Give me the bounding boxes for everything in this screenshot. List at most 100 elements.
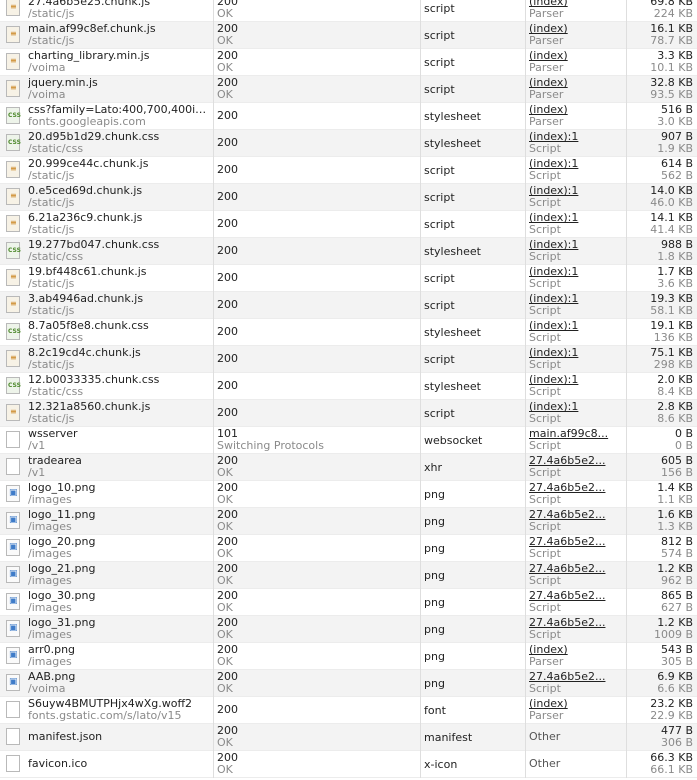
- initiator-link[interactable]: (index): [529, 698, 624, 710]
- request-row[interactable]: ▣ logo_20.png/images 200 OK png 27.4a6b5e2...…: [0, 535, 697, 562]
- initiator-cell[interactable]: (index):1 Script: [525, 373, 626, 400]
- request-name[interactable]: 19.bf448c61.chunk.js: [28, 266, 209, 278]
- request-name[interactable]: main.af99c8ef.chunk.js: [28, 23, 209, 35]
- initiator-link[interactable]: main.af99c8...: [529, 428, 624, 440]
- initiator-link[interactable]: (index): [529, 77, 624, 89]
- request-name[interactable]: S6uyw4BMUTPHjx4wXg.woff2: [28, 698, 209, 710]
- initiator-cell[interactable]: (index) Parser: [525, 49, 626, 76]
- request-row[interactable]: ≡ 0.e5ced69d.chunk.js/static/js 200 script (…: [0, 184, 697, 211]
- initiator-cell[interactable]: (index):1 Script: [525, 211, 626, 238]
- request-name[interactable]: 3.ab4946ad.chunk.js: [28, 293, 209, 305]
- request-row[interactable]: ▣ AAB.png/voima 200 OK png 27.4a6b5e2... Scrip…: [0, 670, 697, 697]
- request-name[interactable]: css?family=Lato:400,700,400itali...: [28, 104, 209, 116]
- request-name[interactable]: 6.21a236c9.chunk.js: [28, 212, 209, 224]
- request-row[interactable]: CSS 19.277bd047.chunk.css/static/css 200 st…: [0, 238, 697, 265]
- initiator-link[interactable]: 27.4a6b5e2...: [529, 509, 624, 521]
- initiator-link[interactable]: (index):1: [529, 320, 624, 332]
- initiator-cell[interactable]: 27.4a6b5e2... Script: [525, 508, 626, 535]
- initiator-link[interactable]: 27.4a6b5e2...: [529, 671, 624, 683]
- name-cell[interactable]: ▣ logo_11.png/images: [0, 508, 212, 535]
- request-row[interactable]: CSS 12.b0033335.chunk.css/static/css 200 st…: [0, 373, 697, 400]
- initiator-link[interactable]: (index):1: [529, 131, 624, 143]
- initiator-cell[interactable]: main.af99c8... Script: [525, 427, 626, 454]
- request-row[interactable]: S6uyw4BMUTPHjx4wXg.woff2 fonts.gstatic.co…: [0, 697, 697, 724]
- initiator-link[interactable]: 27.4a6b5e2...: [529, 563, 624, 575]
- initiator-cell[interactable]: (index) Parser: [525, 643, 626, 670]
- request-row[interactable]: ≡ 3.ab4946ad.chunk.js/static/js 200 script (…: [0, 292, 697, 319]
- request-name[interactable]: 12.321a8560.chunk.js: [28, 401, 209, 413]
- initiator-cell[interactable]: 27.4a6b5e2... Script: [525, 670, 626, 697]
- request-row[interactable]: CSS 20.d95b1d29.chunk.css/static/css 200 st…: [0, 130, 697, 157]
- request-row[interactable]: ≡ 12.321a8560.chunk.js/static/js 200 script…: [0, 400, 697, 427]
- initiator-link[interactable]: 27.4a6b5e2...: [529, 455, 624, 467]
- request-name[interactable]: charting_library.min.js: [28, 50, 209, 62]
- name-cell[interactable]: ▣ logo_31.png/images: [0, 616, 212, 643]
- initiator-cell[interactable]: 27.4a6b5e2... Script: [525, 562, 626, 589]
- name-cell[interactable]: CSS 12.b0033335.chunk.css/static/css: [0, 373, 212, 400]
- initiator-cell[interactable]: (index):1 Script: [525, 265, 626, 292]
- name-cell[interactable]: ≡ 8.2c19cd4c.chunk.js/static/js: [0, 346, 212, 373]
- request-name[interactable]: tradearea: [28, 455, 209, 467]
- request-row[interactable]: ≡ jquery.min.js/voima 200 OK script (index) Pa…: [0, 76, 697, 103]
- initiator-cell[interactable]: (index):1 Script: [525, 130, 626, 157]
- initiator-cell[interactable]: (index):1 Script: [525, 400, 626, 427]
- name-cell[interactable]: ≡ 6.21a236c9.chunk.js/static/js: [0, 211, 212, 238]
- initiator-cell[interactable]: 27.4a6b5e2... Script: [525, 616, 626, 643]
- initiator-cell[interactable]: (index) Parser: [525, 0, 626, 22]
- initiator-link[interactable]: (index): [529, 50, 624, 62]
- initiator-link[interactable]: (index):1: [529, 185, 624, 197]
- initiator-link[interactable]: (index):1: [529, 239, 624, 251]
- name-cell[interactable]: wsserver/v1: [0, 427, 212, 454]
- initiator-link[interactable]: 27.4a6b5e2...: [529, 590, 624, 602]
- initiator-link[interactable]: (index): [529, 23, 624, 35]
- request-row[interactable]: ▣ logo_21.png/images 200 OK png 27.4a6b5e2...…: [0, 562, 697, 589]
- initiator-link[interactable]: (index):1: [529, 401, 624, 413]
- initiator-cell[interactable]: (index) Parser: [525, 76, 626, 103]
- initiator-cell[interactable]: 27.4a6b5e2... Script: [525, 454, 626, 481]
- name-cell[interactable]: manifest.json: [0, 724, 212, 751]
- request-name[interactable]: logo_20.png: [28, 536, 209, 548]
- name-cell[interactable]: ≡ 27.4a6b5e25.chunk.js/static/js: [0, 0, 212, 22]
- request-row[interactable]: favicon.ico 200 OK x-icon Other 66.3 KB 66.1 K…: [0, 751, 697, 778]
- name-cell[interactable]: ▣ arr0.png/images: [0, 643, 212, 670]
- request-row[interactable]: ▣ logo_31.png/images 200 OK png 27.4a6b5e2...…: [0, 616, 697, 643]
- request-row[interactable]: manifest.json 200 OK manifest Other 477 B 306 …: [0, 724, 697, 751]
- initiator-link[interactable]: (index):1: [529, 158, 624, 170]
- request-name[interactable]: 0.e5ced69d.chunk.js: [28, 185, 209, 197]
- request-name[interactable]: jquery.min.js: [28, 77, 209, 89]
- name-cell[interactable]: ≡ jquery.min.js/voima: [0, 76, 212, 103]
- initiator-link[interactable]: 27.4a6b5e2...: [529, 482, 624, 494]
- request-row[interactable]: ≡ 27.4a6b5e25.chunk.js/static/js 200 OK scri…: [0, 0, 697, 22]
- name-cell[interactable]: CSS css?family=Lato:400,700,400itali... fo…: [0, 103, 212, 130]
- request-name[interactable]: logo_30.png: [28, 590, 209, 602]
- request-row[interactable]: wsserver/v1 101 Switching Protocols websock…: [0, 427, 697, 454]
- name-cell[interactable]: CSS 19.277bd047.chunk.css/static/css: [0, 238, 212, 265]
- initiator-cell[interactable]: 27.4a6b5e2... Script: [525, 535, 626, 562]
- name-cell[interactable]: ▣ logo_20.png/images: [0, 535, 212, 562]
- initiator-link[interactable]: (index): [529, 644, 624, 656]
- request-name[interactable]: 20.999ce44c.chunk.js: [28, 158, 209, 170]
- name-cell[interactable]: ≡ charting_library.min.js/voima: [0, 49, 212, 76]
- initiator-cell[interactable]: (index) Parser: [525, 22, 626, 49]
- initiator-link[interactable]: (index): [529, 0, 624, 8]
- request-row[interactable]: ≡ 19.bf448c61.chunk.js/static/js 200 script…: [0, 265, 697, 292]
- request-name[interactable]: logo_31.png: [28, 617, 209, 629]
- request-name[interactable]: AAB.png: [28, 671, 209, 683]
- initiator-link[interactable]: 27.4a6b5e2...: [529, 617, 624, 629]
- name-cell[interactable]: ≡ 0.e5ced69d.chunk.js/static/js: [0, 184, 212, 211]
- name-cell[interactable]: CSS 20.d95b1d29.chunk.css/static/css: [0, 130, 212, 157]
- request-name[interactable]: wsserver: [28, 428, 209, 440]
- request-name[interactable]: logo_21.png: [28, 563, 209, 575]
- request-name[interactable]: logo_11.png: [28, 509, 209, 521]
- request-row[interactable]: ▣ arr0.png/images 200 OK png (index) Parser 543…: [0, 643, 697, 670]
- name-cell[interactable]: ≡ 12.321a8560.chunk.js/static/js: [0, 400, 212, 427]
- name-cell[interactable]: ≡ 20.999ce44c.chunk.js/static/js: [0, 157, 212, 184]
- initiator-link[interactable]: (index):1: [529, 374, 624, 386]
- initiator-link[interactable]: (index): [529, 104, 624, 116]
- initiator-link[interactable]: (index):1: [529, 212, 624, 224]
- request-name[interactable]: favicon.ico: [28, 758, 87, 770]
- initiator-cell[interactable]: (index) Parser: [525, 697, 626, 724]
- name-cell[interactable]: ≡ 19.bf448c61.chunk.js/static/js: [0, 265, 212, 292]
- request-row[interactable]: ▣ logo_30.png/images 200 OK png 27.4a6b5e2...…: [0, 589, 697, 616]
- request-row[interactable]: CSS 8.7a05f8e8.chunk.css/static/css 200 sty…: [0, 319, 697, 346]
